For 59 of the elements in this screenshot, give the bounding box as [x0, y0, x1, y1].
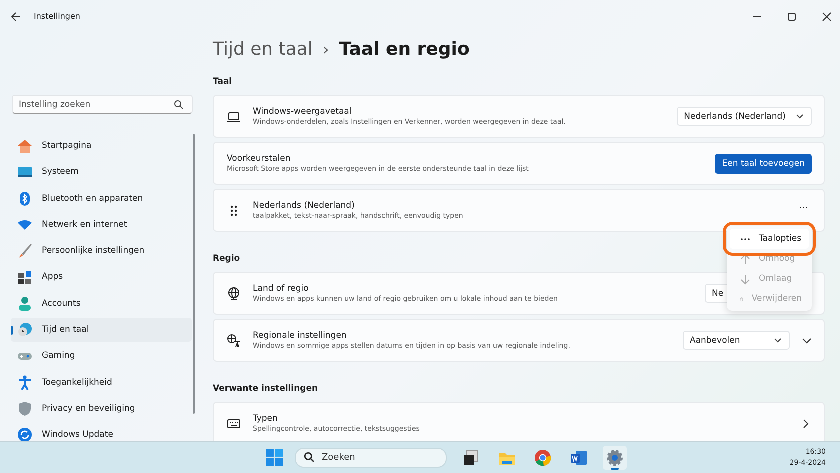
- setting-title: Regionale instellingen: [253, 331, 347, 341]
- search-icon: [304, 452, 315, 463]
- sidebar-item[interactable]: Privacy en beveiliging: [11, 396, 192, 421]
- brush-icon: [17, 243, 33, 260]
- gear-icon[interactable]: [603, 446, 627, 470]
- sidebar-item[interactable]: Netwerk en internet: [11, 212, 192, 237]
- region-icon: [227, 334, 241, 348]
- chevron-down-icon: [774, 338, 782, 343]
- sidebar-item[interactable]: Apps: [11, 265, 192, 290]
- sidebar-item[interactable]: Windows Update: [11, 423, 192, 441]
- time-icon: [17, 322, 33, 338]
- arrow-down-icon: [740, 274, 751, 284]
- add-language-button[interactable]: Een taal toevoegen: [715, 154, 812, 174]
- search-field[interactable]: Instelling zoeken: [19, 96, 174, 113]
- setting-title: Land of regio: [253, 284, 309, 294]
- breadcrumb-separator: ›: [322, 40, 330, 58]
- search-icon: [174, 100, 184, 110]
- setting-title: Typen: [253, 414, 278, 424]
- sidebar-item[interactable]: Toegankelijkheid: [11, 370, 192, 395]
- taskbar-search-field[interactable]: Zoeken: [322, 450, 422, 466]
- taskbar-search-box[interactable]: Zoeken: [295, 448, 447, 468]
- bt-icon: [17, 190, 33, 207]
- menu-item[interactable]: Taalopties: [730, 229, 809, 249]
- start-icon[interactable]: [266, 449, 283, 466]
- dropdown[interactable]: Aanbevolen: [683, 331, 790, 350]
- sidebar-item[interactable]: Gaming: [11, 344, 192, 368]
- arrow-up-icon: [740, 254, 751, 264]
- laptop-icon: [227, 110, 241, 124]
- sidebar-item[interactable]: Persoonlijke instellingen: [11, 239, 192, 264]
- chevron-right-icon[interactable]: [803, 418, 809, 428]
- expand-icon[interactable]: [802, 338, 812, 344]
- maximize-icon[interactable]: [787, 12, 797, 22]
- keyboard-icon: [227, 416, 241, 430]
- section-heading: Taal: [213, 77, 232, 87]
- chevron-down-icon: [796, 114, 804, 119]
- sidebar-item[interactable]: Systeem: [11, 160, 192, 184]
- breadcrumb-link[interactable]: Tijd en taal: [213, 38, 313, 60]
- sidebar-item[interactable]: Startpagina: [11, 134, 192, 158]
- search-box[interactable]: Instelling zoeken: [12, 95, 193, 114]
- apps-icon: [17, 269, 33, 286]
- setting-title: Voorkeurstalen: [227, 154, 291, 164]
- update-icon: [17, 427, 33, 441]
- section-heading: Verwante instellingen: [213, 384, 318, 394]
- globe-icon: [227, 286, 241, 300]
- window-title: Instellingen: [34, 12, 80, 21]
- page-title: Taal en regio: [339, 38, 470, 60]
- sidebar-item[interactable]: Tijd en taal: [11, 318, 192, 342]
- section-heading: Regio: [213, 254, 240, 264]
- close-icon[interactable]: [822, 12, 832, 22]
- more-button[interactable]: ···: [795, 204, 812, 214]
- sidebar-item[interactable]: Bluetooth en apparaten: [11, 186, 192, 211]
- back-icon[interactable]: [11, 12, 21, 22]
- account-icon: [17, 296, 33, 312]
- home-icon: [17, 138, 33, 154]
- setting-title: Windows-weergavetaal: [253, 107, 352, 117]
- shield-icon: [17, 400, 33, 417]
- sidebar-item[interactable]: Accounts: [11, 292, 192, 316]
- setting-title: Nederlands (Nederland): [253, 201, 355, 211]
- dropdown[interactable]: Nederlands (Nederland): [677, 107, 812, 126]
